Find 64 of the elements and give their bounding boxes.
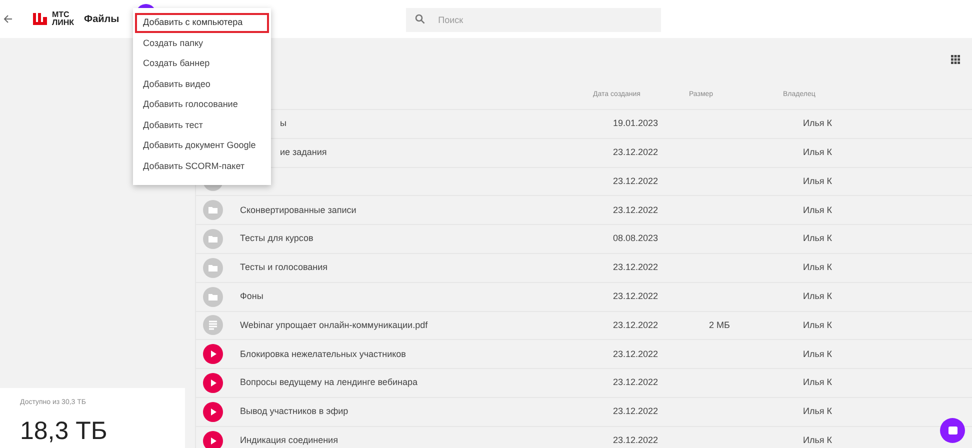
folder-icon bbox=[203, 200, 223, 220]
menu-item[interactable]: Добавить SCORM-пакет bbox=[135, 156, 269, 176]
date-cell: 23.12.2022 bbox=[613, 377, 658, 388]
date-cell: 23.12.2022 bbox=[613, 290, 658, 301]
file-name[interactable]: ие задания bbox=[280, 146, 327, 157]
chat-button[interactable] bbox=[940, 418, 965, 443]
file-name[interactable]: Индикация соединения bbox=[240, 434, 338, 445]
back-arrow-icon[interactable] bbox=[3, 14, 13, 24]
owner-cell: Илья К bbox=[803, 377, 832, 388]
owner-cell: Илья К bbox=[803, 233, 832, 244]
date-cell: 23.12.2022 bbox=[613, 176, 658, 186]
owner-cell: Илья К bbox=[803, 320, 832, 330]
logo-icon bbox=[33, 13, 47, 25]
owner-cell: Илья К bbox=[803, 406, 832, 416]
date-cell: 23.12.2022 bbox=[613, 320, 658, 330]
file-name[interactable]: Сконвертированные записи bbox=[240, 204, 356, 215]
date-cell: 08.08.2023 bbox=[613, 233, 658, 244]
date-cell: 23.12.2022 bbox=[613, 204, 658, 215]
date-cell: 23.12.2022 bbox=[613, 434, 658, 445]
file-name[interactable]: Вывод участников в эфир bbox=[240, 406, 348, 416]
date-cell: 19.01.2023 bbox=[613, 118, 658, 128]
folder-icon bbox=[203, 286, 223, 307]
owner-cell: Илья К bbox=[803, 262, 832, 272]
document-icon bbox=[203, 315, 223, 336]
file-name[interactable]: Webinar упрощает онлайн-коммуникации.pdf bbox=[240, 320, 428, 330]
grid-view-icon[interactable] bbox=[951, 55, 960, 64]
owner-cell: Илья К bbox=[803, 434, 832, 445]
menu-item[interactable]: Добавить с компьютера bbox=[135, 13, 269, 33]
date-cell: 23.12.2022 bbox=[613, 348, 658, 359]
play-icon bbox=[203, 402, 223, 422]
storage-value: 18,3 ТБ bbox=[20, 418, 108, 444]
size-cell: 2 МБ bbox=[709, 320, 730, 330]
date-cell: 23.12.2022 bbox=[613, 146, 658, 157]
owner-cell: Илья К bbox=[803, 118, 832, 128]
folder-icon bbox=[203, 229, 223, 250]
menu-item[interactable]: Добавить видео bbox=[135, 74, 269, 94]
play-icon bbox=[203, 344, 223, 364]
search-icon bbox=[415, 14, 426, 24]
file-name[interactable]: Вопросы ведущему на лендинге вебинара bbox=[240, 377, 418, 388]
file-name[interactable]: ы bbox=[280, 118, 286, 128]
menu-item[interactable]: Создать баннер bbox=[135, 54, 269, 74]
owner-cell: Илья К bbox=[803, 204, 832, 215]
file-name[interactable]: Тесты для курсов bbox=[240, 233, 314, 244]
chat-icon bbox=[948, 426, 958, 436]
folder-icon bbox=[203, 258, 223, 278]
menu-item[interactable]: Добавить документ Google bbox=[135, 136, 269, 156]
owner-cell: Илья К bbox=[803, 290, 832, 301]
menu-item[interactable]: Добавить тест bbox=[135, 115, 269, 136]
file-name[interactable]: Блокировка нежелательных участников bbox=[240, 348, 406, 359]
play-icon bbox=[203, 373, 223, 394]
date-cell: 23.12.2022 bbox=[613, 262, 658, 272]
page-title: Файлы bbox=[84, 12, 120, 26]
logo-text: ЛИНК bbox=[52, 19, 74, 27]
menu-item[interactable]: Добавить голосование bbox=[135, 94, 269, 115]
owner-cell: Илья К bbox=[803, 348, 832, 359]
search-field[interactable]: Поиск bbox=[406, 8, 662, 32]
file-name[interactable]: Фоны bbox=[240, 290, 264, 301]
file-name[interactable]: Тесты и голосования bbox=[240, 262, 328, 272]
owner-cell: Илья К bbox=[803, 176, 832, 186]
date-cell: 23.12.2022 bbox=[613, 406, 658, 416]
play-icon bbox=[203, 430, 223, 448]
logo-text: МТС bbox=[52, 11, 70, 19]
owner-cell: Илья К bbox=[803, 146, 832, 157]
menu-item[interactable]: Создать папку bbox=[135, 33, 269, 54]
